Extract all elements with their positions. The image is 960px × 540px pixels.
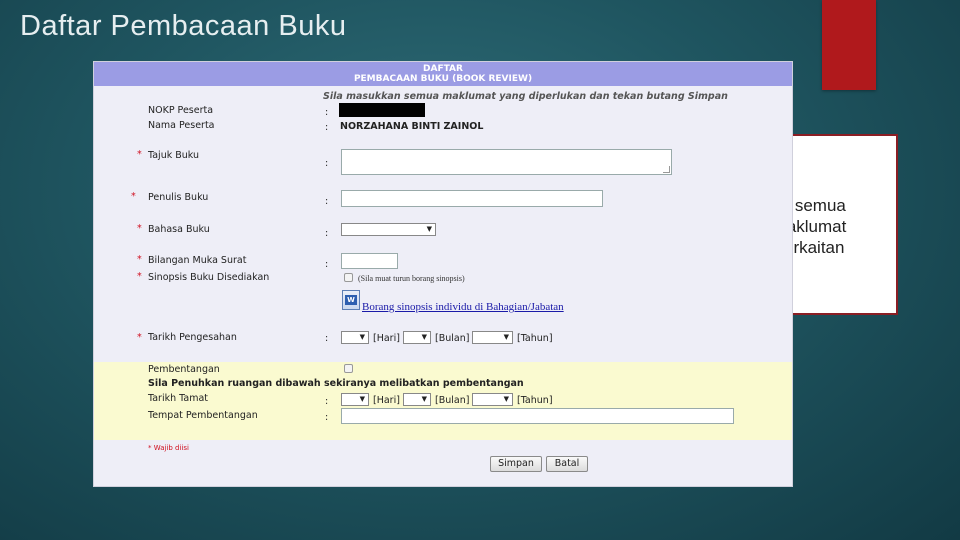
- red-accent-bar: [822, 0, 876, 90]
- simpan-button[interactable]: Simpan: [490, 456, 542, 472]
- nama-value: NORZAHANA BINTI ZAINOL: [340, 121, 484, 132]
- required-mark: *: [137, 332, 142, 343]
- tarikh-tamat-label: Tarikh Tamat: [148, 393, 208, 404]
- tajuk-label: Tajuk Buku: [148, 150, 200, 161]
- bahasa-select[interactable]: ▼: [341, 223, 436, 236]
- tempat-colon: :: [325, 412, 329, 423]
- tamat-hari-select[interactable]: ▼: [341, 393, 369, 406]
- bilangan-label: Bilangan Muka Surat: [148, 255, 247, 266]
- hari-label: [Hari]: [373, 333, 400, 344]
- required-mark: *: [137, 254, 142, 265]
- tarikh-pengesahan-colon: :: [325, 333, 329, 344]
- bahasa-colon: :: [325, 228, 329, 239]
- required-mark: *: [131, 191, 136, 202]
- tempat-label: Tempat Pembentangan: [148, 410, 258, 421]
- tamat-tahun-select[interactable]: ▼: [472, 393, 513, 406]
- required-mark: *: [137, 149, 142, 160]
- tajuk-textarea[interactable]: [341, 149, 672, 175]
- chevron-down-icon: ▼: [421, 395, 427, 403]
- bahasa-label: Bahasa Buku: [148, 224, 210, 235]
- review-form: DAFTAR PEMBACAAN BUKU (BOOK REVIEW) Sila…: [93, 61, 793, 487]
- chevron-down-icon: ▼: [359, 395, 365, 403]
- tamat-tahun-label: [Tahun]: [517, 395, 553, 406]
- word-letter: W: [345, 295, 357, 305]
- pembentangan-section: Pembentangan Sila Penuhkan ruangan dibaw…: [94, 362, 792, 440]
- tahun-select[interactable]: ▼: [472, 331, 513, 344]
- tahun-label: [Tahun]: [517, 333, 553, 344]
- word-document-icon[interactable]: W: [342, 290, 360, 310]
- hari-select[interactable]: ▼: [341, 331, 369, 344]
- chevron-down-icon: ▼: [503, 333, 509, 341]
- form-instruction: Sila masukkan semua maklumat yang diperl…: [323, 91, 728, 102]
- chevron-down-icon: ▼: [503, 395, 509, 403]
- batal-button[interactable]: Batal: [546, 456, 588, 472]
- bulan-select[interactable]: ▼: [403, 331, 431, 344]
- tamat-hari-label: [Hari]: [373, 395, 400, 406]
- slide-title: Daftar Pembacaan Buku: [20, 10, 347, 42]
- bilangan-colon: :: [325, 259, 329, 270]
- bilangan-input[interactable]: [341, 253, 398, 269]
- required-mark: *: [137, 223, 142, 234]
- chevron-down-icon: ▼: [421, 333, 427, 341]
- required-mark: *: [137, 271, 142, 282]
- sinopsis-label: Sinopsis Buku Disediakan: [148, 272, 270, 283]
- form-header-subtitle: PEMBACAAN BUKU (BOOK REVIEW): [353, 74, 533, 84]
- penulis-colon: :: [325, 196, 329, 207]
- tamat-bulan-label: [Bulan]: [435, 395, 470, 406]
- nokp-value-redacted: [339, 103, 425, 117]
- nama-colon: :: [325, 122, 329, 133]
- penulis-input[interactable]: [341, 190, 603, 207]
- sinopsis-form-link[interactable]: Borang sinopsis individu di Bahagian/Jab…: [362, 301, 564, 313]
- pembentangan-checkbox[interactable]: [344, 364, 353, 373]
- tarikh-pengesahan-label: Tarikh Pengesahan: [148, 332, 237, 343]
- sinopsis-hint: (Sila muat turun borang sinopsis): [358, 274, 465, 283]
- tempat-input[interactable]: [341, 408, 734, 424]
- form-header-title: DAFTAR: [423, 64, 463, 74]
- pembentangan-notice: Sila Penuhkan ruangan dibawah sekiranya …: [148, 378, 524, 389]
- tamat-bulan-select[interactable]: ▼: [403, 393, 431, 406]
- form-header: DAFTAR PEMBACAAN BUKU (BOOK REVIEW): [94, 62, 792, 86]
- sinopsis-checkbox[interactable]: [344, 273, 353, 282]
- nokp-label: NOKP Peserta: [148, 105, 214, 116]
- tajuk-colon: :: [325, 158, 329, 169]
- bulan-label: [Bulan]: [435, 333, 470, 344]
- tarikh-tamat-colon: :: [325, 396, 329, 407]
- chevron-down-icon: ▼: [359, 333, 365, 341]
- wajib-note: * Wajib diisi: [148, 444, 189, 452]
- penulis-label: Penulis Buku: [148, 192, 209, 203]
- pembentangan-label: Pembentangan: [148, 364, 220, 375]
- nama-label: Nama Peserta: [148, 120, 215, 131]
- chevron-down-icon: ▼: [426, 225, 432, 233]
- nokp-colon: :: [325, 107, 329, 118]
